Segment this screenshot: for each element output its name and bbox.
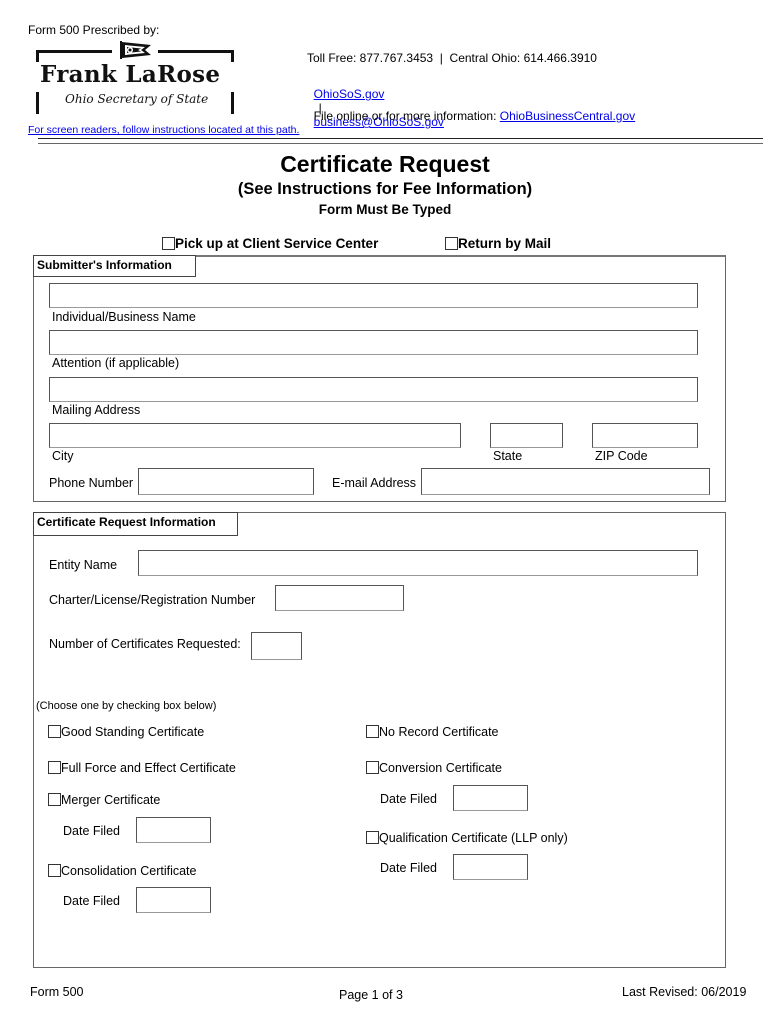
email-label: E-mail Address (332, 476, 417, 490)
pickup-label: Pick up at Client Service Center (175, 236, 379, 251)
entity-name-input[interactable] (138, 550, 698, 576)
zip-label: ZIP Code (595, 449, 648, 463)
logo-subtitle: Ohio Secretary of State (65, 92, 209, 106)
qualification-date-filed-input[interactable] (453, 854, 528, 880)
form-typed-note: Form Must Be Typed (318, 202, 452, 217)
conversion-option[interactable]: Conversion Certificate (366, 761, 502, 775)
merger-date-filed-label: Date Filed (63, 824, 120, 838)
logo-frame-right-top (231, 50, 234, 62)
footer-revised-date: Last Revised: 06/2019 (622, 985, 747, 999)
business-central-link[interactable]: OhioBusinessCentral.gov (500, 109, 635, 123)
mailing-address-label: Mailing Address (52, 403, 141, 417)
business-name-input[interactable] (49, 283, 698, 308)
city-input[interactable] (49, 423, 461, 448)
state-input[interactable] (490, 423, 563, 448)
qualification-date-filed-label: Date Filed (380, 861, 437, 875)
header-rule-top (38, 138, 763, 139)
prescribed-by-label: Form 500 Prescribed by: (28, 23, 160, 37)
qualification-label: Qualification Certificate (LLP only) (379, 831, 568, 845)
attention-label: Attention (if applicable) (52, 356, 180, 370)
logo-frame-top-right (158, 50, 234, 53)
file-online-text: File online or for more information: (313, 109, 500, 123)
conversion-label: Conversion Certificate (379, 761, 502, 775)
mail-label: Return by Mail (458, 236, 552, 251)
zip-input[interactable] (592, 423, 698, 448)
logo-name: Frank LaRose (40, 61, 221, 88)
header-rule-bottom (38, 143, 763, 144)
page-subtitle: (See Instructions for Fee Information) (237, 180, 533, 198)
merger-date-filed-input[interactable] (136, 817, 211, 843)
certificate-section-title: Certificate Request Information (33, 512, 238, 536)
full-force-checkbox[interactable] (48, 761, 61, 774)
consolidation-checkbox[interactable] (48, 864, 61, 877)
logo-frame-left-bottom (36, 92, 39, 114)
phone-label: Phone Number (49, 476, 134, 490)
good-standing-option[interactable]: Good Standing Certificate (48, 725, 204, 739)
charter-number-input[interactable] (275, 585, 404, 611)
no-record-option[interactable]: No Record Certificate (366, 725, 499, 739)
mail-option[interactable]: Return by Mail (445, 236, 551, 251)
logo-frame-left-top (36, 50, 39, 62)
mailing-address-input[interactable] (49, 377, 698, 402)
merger-checkbox[interactable] (48, 793, 61, 806)
logo-frame-top-left (36, 50, 112, 53)
num-certificates-input[interactable] (251, 632, 302, 660)
conversion-date-filed-label: Date Filed (380, 792, 437, 806)
no-record-label: No Record Certificate (379, 725, 499, 739)
qualification-checkbox[interactable] (366, 831, 379, 844)
ohio-flag-icon (120, 41, 151, 59)
toll-free-line: Toll Free: 877.767.3453 | Central Ohio: … (307, 51, 597, 65)
pickup-option[interactable]: Pick up at Client Service Center (162, 236, 378, 251)
full-force-label: Full Force and Effect Certificate (61, 761, 236, 775)
num-certificates-label: Number of Certificates Requested: (49, 637, 241, 651)
footer-form-number: Form 500 (30, 985, 84, 999)
consolidation-date-filed-input[interactable] (136, 887, 211, 913)
merger-option[interactable]: Merger Certificate (48, 793, 160, 807)
entity-name-label: Entity Name (49, 558, 118, 572)
mail-checkbox[interactable] (445, 237, 458, 250)
email-input[interactable] (421, 468, 710, 495)
conversion-date-filed-input[interactable] (453, 785, 528, 811)
consolidation-label: Consolidation Certificate (61, 864, 197, 878)
consolidation-option[interactable]: Consolidation Certificate (48, 864, 197, 878)
good-standing-checkbox[interactable] (48, 725, 61, 738)
conversion-checkbox[interactable] (366, 761, 379, 774)
business-name-label: Individual/Business Name (52, 310, 196, 324)
no-record-checkbox[interactable] (366, 725, 379, 738)
logo: Frank LaRose Ohio Secretary of State (36, 40, 234, 116)
submitter-section-title: Submitter's Information (33, 255, 196, 277)
footer-page-number: Page 1 of 3 (339, 988, 403, 1002)
state-label: State (493, 449, 523, 463)
pickup-checkbox[interactable] (162, 237, 175, 250)
consolidation-date-filed-label: Date Filed (63, 894, 120, 908)
attention-input[interactable] (49, 330, 698, 355)
city-label: City (52, 449, 74, 463)
choose-instruction: (Choose one by checking box below) (36, 700, 217, 712)
good-standing-label: Good Standing Certificate (61, 725, 205, 739)
merger-label: Merger Certificate (61, 793, 161, 807)
file-online-line: File online or for more information: Ohi… (307, 95, 635, 123)
phone-input[interactable] (138, 468, 314, 495)
charter-number-label: Charter/License/Registration Number (49, 593, 256, 607)
logo-frame-right-bottom (231, 92, 234, 114)
page-title: Certificate Request (280, 151, 490, 177)
full-force-option[interactable]: Full Force and Effect Certificate (48, 761, 236, 775)
qualification-option[interactable]: Qualification Certificate (LLP only) (366, 831, 568, 845)
screen-reader-link[interactable]: For screen readers, follow instructions … (28, 124, 299, 136)
